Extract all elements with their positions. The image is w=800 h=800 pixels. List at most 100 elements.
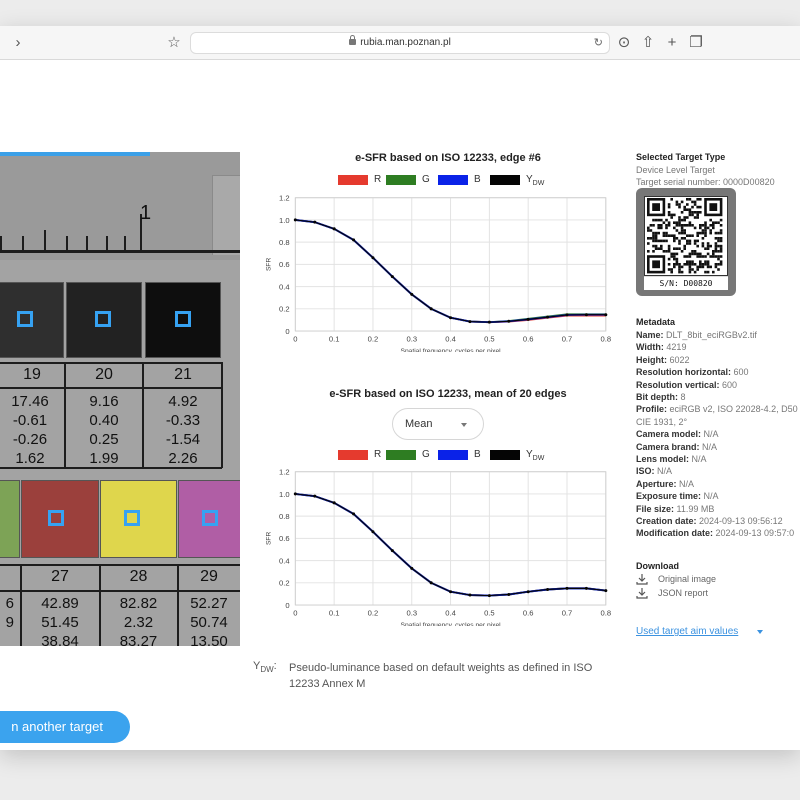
download-icon[interactable] bbox=[636, 573, 648, 585]
y-tick-label: 1.2 bbox=[279, 194, 290, 203]
download-icon[interactable]: ⊙ bbox=[614, 33, 634, 53]
x-tick-label: 0.8 bbox=[601, 609, 612, 618]
metadata-value: 4219 bbox=[666, 342, 687, 353]
metadata-value: 6022 bbox=[669, 354, 690, 365]
data-point bbox=[546, 315, 550, 319]
data-point bbox=[313, 494, 317, 498]
chart1-plot: 0 0.2 0.4 0.6 0.8 1.0 1.2 0 0.1 0.2 0.3 0.4 0.5 0.6 0.… bbox=[266, 194, 612, 352]
ruler-tick bbox=[22, 236, 24, 250]
patch-marker bbox=[202, 510, 218, 526]
data-point bbox=[352, 238, 356, 242]
dropdown-value: Mean bbox=[405, 418, 433, 430]
color-patch bbox=[21, 480, 99, 558]
table-rule bbox=[0, 387, 222, 389]
target-ruler: 1 bbox=[0, 152, 240, 260]
data-point bbox=[468, 593, 472, 597]
data-point bbox=[449, 316, 453, 320]
metadata-key: Resolution horizontal: bbox=[636, 367, 731, 378]
patch-values: 4.92 -0.33 -1.54 2.26 bbox=[144, 392, 222, 468]
metadata-value: N/A bbox=[702, 441, 718, 452]
legend-label: R bbox=[374, 174, 382, 185]
x-tick-label: 0.7 bbox=[562, 609, 573, 618]
x-tick-label: 0.3 bbox=[406, 609, 417, 618]
chevron-down-icon bbox=[757, 630, 763, 634]
legend-label: YDW bbox=[526, 174, 544, 190]
browser-window: › ☆ rubia.man.poznan.pl ↻ ⊙ ⇧ + ❐ 1 19 2… bbox=[0, 26, 800, 750]
data-point bbox=[507, 592, 511, 597]
data-point bbox=[371, 530, 375, 534]
legend-swatch bbox=[490, 450, 520, 460]
reload-icon[interactable]: ↻ bbox=[594, 36, 603, 49]
patch-value: -1.54 bbox=[165, 431, 201, 448]
target-serial: Target serial number: 0000D00820 bbox=[636, 177, 775, 187]
y-tick-label: 0.8 bbox=[279, 512, 290, 521]
used-target-aim-values-link[interactable]: Used target aim values bbox=[636, 626, 738, 637]
data-point bbox=[584, 313, 588, 317]
patch-marker bbox=[175, 311, 191, 327]
patch-marker bbox=[95, 311, 111, 327]
metadata-row: Aperture: N/A bbox=[636, 479, 694, 489]
qr-code-icon bbox=[644, 196, 728, 276]
metadata-row: File size: 11.99 MB bbox=[636, 504, 714, 514]
legend-label-y: Y bbox=[526, 174, 533, 185]
metadata-value: 600 bbox=[722, 379, 738, 390]
x-tick-label: 0.5 bbox=[484, 335, 495, 344]
x-tick-label: 0 bbox=[293, 335, 297, 344]
metadata-row: Width: 4219 bbox=[636, 342, 686, 352]
table-rule bbox=[0, 362, 222, 364]
chevron-right-icon[interactable]: › bbox=[8, 33, 28, 53]
ydw-description: Pseudo-luminance based on default weight… bbox=[289, 662, 593, 690]
selected-target-heading: Selected Target Type bbox=[636, 152, 726, 162]
download-icon[interactable] bbox=[636, 587, 648, 599]
qr-caption: S/N: D00820 bbox=[644, 276, 728, 290]
ruler-tick bbox=[0, 236, 2, 250]
patch-number: 20 bbox=[95, 366, 113, 383]
metadata-key: Bit depth: bbox=[636, 392, 678, 402]
patch-marker bbox=[124, 510, 140, 526]
legend-label: YDW bbox=[526, 449, 544, 465]
tabs-overview-icon[interactable]: ❐ bbox=[686, 33, 706, 53]
patch-value: 82.82 bbox=[119, 595, 158, 612]
metadata-key: Lens model: bbox=[636, 454, 690, 464]
patch-value: 6 bbox=[5, 595, 14, 612]
metadata-value: 2024-09-13 09:56:12 bbox=[699, 516, 783, 526]
legend-label: B bbox=[474, 449, 481, 460]
metadata-value: eciRGB v2, ISO 22028-4.2, D50 bbox=[669, 404, 798, 415]
metadata-row: ISO: N/A bbox=[636, 466, 672, 476]
download-original-link[interactable]: Original image bbox=[658, 574, 716, 584]
x-tick-label: 0.5 bbox=[484, 609, 495, 618]
chart2-plot: 0 0.2 0.4 0.6 0.8 1.0 1.2 0 0.1 0.2 0.3 0.4 0.5 0.6 0.… bbox=[266, 468, 612, 626]
new-tab-icon[interactable]: + bbox=[662, 33, 682, 53]
patch-value: 1.99 bbox=[89, 450, 119, 467]
metadata-row: Camera brand: N/A bbox=[636, 442, 717, 452]
ruler-tick bbox=[106, 236, 108, 250]
metadata-key: Resolution vertical: bbox=[636, 379, 720, 390]
metadata-key: Name: bbox=[636, 330, 664, 340]
ruler-tick bbox=[44, 230, 46, 250]
download-json-link[interactable]: JSON report bbox=[658, 588, 708, 598]
color-patch bbox=[100, 480, 177, 558]
metadata-value: N/A bbox=[703, 491, 719, 502]
data-point bbox=[526, 317, 530, 321]
chart2-legend: R G B YDW bbox=[256, 449, 640, 463]
color-patch bbox=[0, 282, 64, 358]
metadata-row: Exposure time: N/A bbox=[636, 491, 719, 501]
ruler-tick bbox=[124, 236, 126, 250]
data-point bbox=[546, 587, 550, 592]
address-bar[interactable]: rubia.man.poznan.pl ↻ bbox=[190, 32, 610, 54]
select-another-target-button[interactable]: n another target bbox=[0, 711, 130, 743]
bookmark-star-icon[interactable]: ☆ bbox=[164, 33, 184, 53]
chart1-legend: R G B YDW bbox=[256, 174, 640, 188]
data-point bbox=[313, 220, 317, 224]
patch-number: 19 bbox=[23, 366, 41, 383]
mean-dropdown[interactable]: Mean bbox=[392, 408, 484, 440]
y-tick-label: 0.2 bbox=[279, 579, 290, 588]
data-point bbox=[293, 218, 297, 222]
data-point bbox=[293, 492, 297, 496]
share-icon[interactable]: ⇧ bbox=[638, 33, 658, 53]
metadata-row: Modification date: 2024-09-13 09:57:0 bbox=[636, 528, 794, 538]
data-point bbox=[410, 566, 414, 570]
ruler-baseline bbox=[0, 250, 240, 253]
patch-value: 83.27 bbox=[119, 633, 158, 646]
x-tick-label: 0.2 bbox=[368, 335, 379, 344]
